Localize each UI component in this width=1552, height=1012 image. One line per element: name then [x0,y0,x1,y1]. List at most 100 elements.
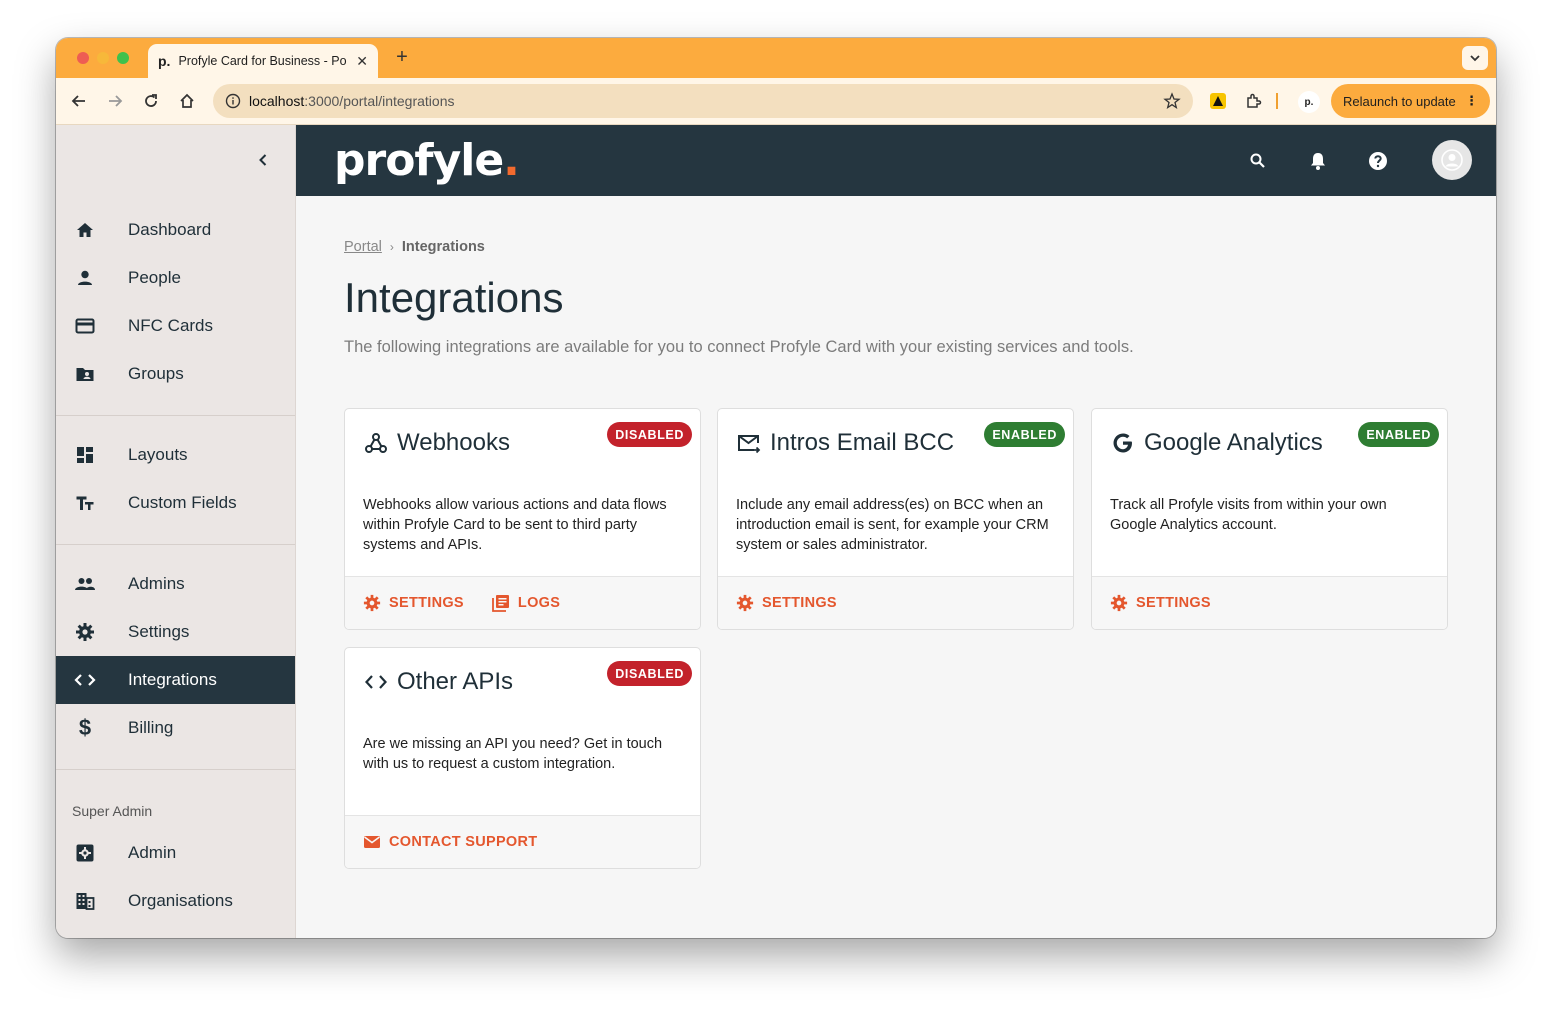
sidebar-item-admins[interactable]: Admins [56,560,295,608]
status-badge: ENABLED [984,422,1065,447]
email-forward-icon [736,430,762,456]
sidebar-divider [56,769,295,770]
sidebar-item-billing[interactable]: $ Billing [56,704,295,752]
integration-card-intros-email-bcc: Intros Email BCC ENABLED Include any ema… [717,408,1074,630]
arrow-right-icon [109,95,123,107]
logs-button[interactable]: LOGS [492,594,560,612]
extensions-button[interactable] [1244,91,1264,111]
settings-button[interactable]: SETTINGS [363,594,464,612]
action-label: SETTINGS [389,595,464,611]
card-title: Webhooks [397,429,510,456]
reload-icon [145,94,157,107]
sidebar-item-label: Admin [128,843,177,862]
account-circle-icon [1441,149,1463,171]
minimize-window-button[interactable] [97,52,109,64]
gear-icon [1110,594,1128,612]
new-tab-button[interactable]: + [390,46,414,69]
address-bar[interactable]: localhost:3000/portal/integrations [213,84,1193,118]
arrow-left-icon [71,95,85,107]
forward-button[interactable] [104,90,126,112]
code-icon [363,669,389,695]
sidebar-item-label: Dashboard [128,220,212,239]
sidebar-item-settings[interactable]: Settings [56,608,295,656]
profyle-logo[interactable]: profyle. [334,135,520,186]
sidebar-item-label: Integrations [128,670,217,689]
breadcrumb-link-portal[interactable]: Portal [344,239,382,255]
search-button[interactable] [1246,149,1270,173]
gear-icon [363,594,381,612]
sidebar-item-label: People [128,268,181,287]
integration-card-other-apis: Other APIs DISABLED Are we missing an AP… [344,647,701,869]
person-icon [74,267,96,289]
logo-dot: . [503,135,520,186]
sidebar-item-layouts[interactable]: Layouts [56,431,295,479]
status-badge: DISABLED [607,422,692,447]
url-path: :3000/portal/integrations [304,93,455,109]
page-title: Integrations [344,274,564,321]
card-title: Intros Email BCC [770,429,955,456]
extension-icon[interactable] [1208,91,1228,111]
sidebar-item-integrations[interactable]: Integrations [56,656,295,704]
kebab-menu-icon[interactable]: ⋮ [1465,93,1478,109]
bell-icon [1311,153,1325,170]
status-badge: DISABLED [607,661,692,686]
app-header: profyle. [296,125,1496,196]
puzzle-icon [1247,93,1262,108]
tab-favicon: p. [158,53,171,69]
star-icon[interactable] [1163,92,1181,110]
browser-toolbar: localhost:3000/portal/integrations p. Re… [56,78,1496,125]
home-button[interactable] [176,90,198,112]
contact-support-button[interactable]: CONTACT SUPPORT [363,833,537,851]
card-actions: SETTINGS [718,576,1073,629]
sidebar-item-custom-fields[interactable]: Custom Fields [56,479,295,527]
card-actions: SETTINGS [1092,576,1447,629]
maximize-window-button[interactable] [117,52,129,64]
card-description: Webhooks allow various actions and data … [363,497,667,553]
notifications-button[interactable] [1306,149,1330,173]
logs-icon [492,594,510,612]
sidebar-item-label: Organisations [128,891,233,910]
settings-button[interactable]: SETTINGS [736,594,837,612]
sidebar-item-label: Groups [128,364,184,383]
info-icon[interactable] [225,93,241,109]
tab-search-button[interactable] [1462,46,1488,70]
gear-icon [74,621,96,643]
collapse-sidebar-button[interactable] [252,149,274,171]
settings-button[interactable]: SETTINGS [1110,594,1211,612]
reload-button[interactable] [140,90,162,112]
browser-tab[interactable]: p. Profyle Card for Business - Po ✕ [148,44,378,78]
sidebar-item-people[interactable]: People [56,254,295,302]
close-tab-icon[interactable]: ✕ [356,53,368,70]
sidebar-item-admin[interactable]: Admin [56,829,295,877]
back-button[interactable] [68,90,90,112]
chevron-left-icon [259,154,267,166]
sidebar-item-organisations[interactable]: Organisations [56,877,295,925]
sidebar-item-dashboard[interactable]: Dashboard [56,206,295,254]
status-badge: ENABLED [1358,422,1439,447]
main-content: Portal › Integrations Integrations The f… [296,196,1496,938]
help-icon [1369,152,1387,170]
card-title: Other APIs [397,668,514,695]
home-icon [74,219,96,241]
toolbar-separator [1274,91,1280,111]
help-button[interactable] [1366,149,1390,173]
search-icon [1250,153,1265,168]
gear-icon [736,594,754,612]
sidebar-item-groups[interactable]: Groups [56,350,295,398]
profile-avatar[interactable]: p. [1298,91,1320,113]
breadcrumb-current: Integrations [401,239,485,255]
relaunch-button[interactable]: Relaunch to update ⋮ [1331,84,1490,118]
sidebar: Dashboard People NFC Cards Groups Layout… [56,125,296,938]
user-avatar[interactable] [1432,140,1472,180]
sidebar-item-nfc-cards[interactable]: NFC Cards [56,302,295,350]
action-label: LOGS [517,595,561,611]
building-icon [74,890,96,912]
sidebar-item-label: Admins [128,574,185,593]
breadcrumb-separator-icon: › [389,240,394,254]
breadcrumb: Portal › Integrations [344,239,485,255]
url-host: localhost [249,93,305,109]
close-window-button[interactable] [77,52,89,64]
dashboard-layout-icon [74,444,96,466]
card-icon [74,315,96,337]
google-icon [1110,430,1136,456]
